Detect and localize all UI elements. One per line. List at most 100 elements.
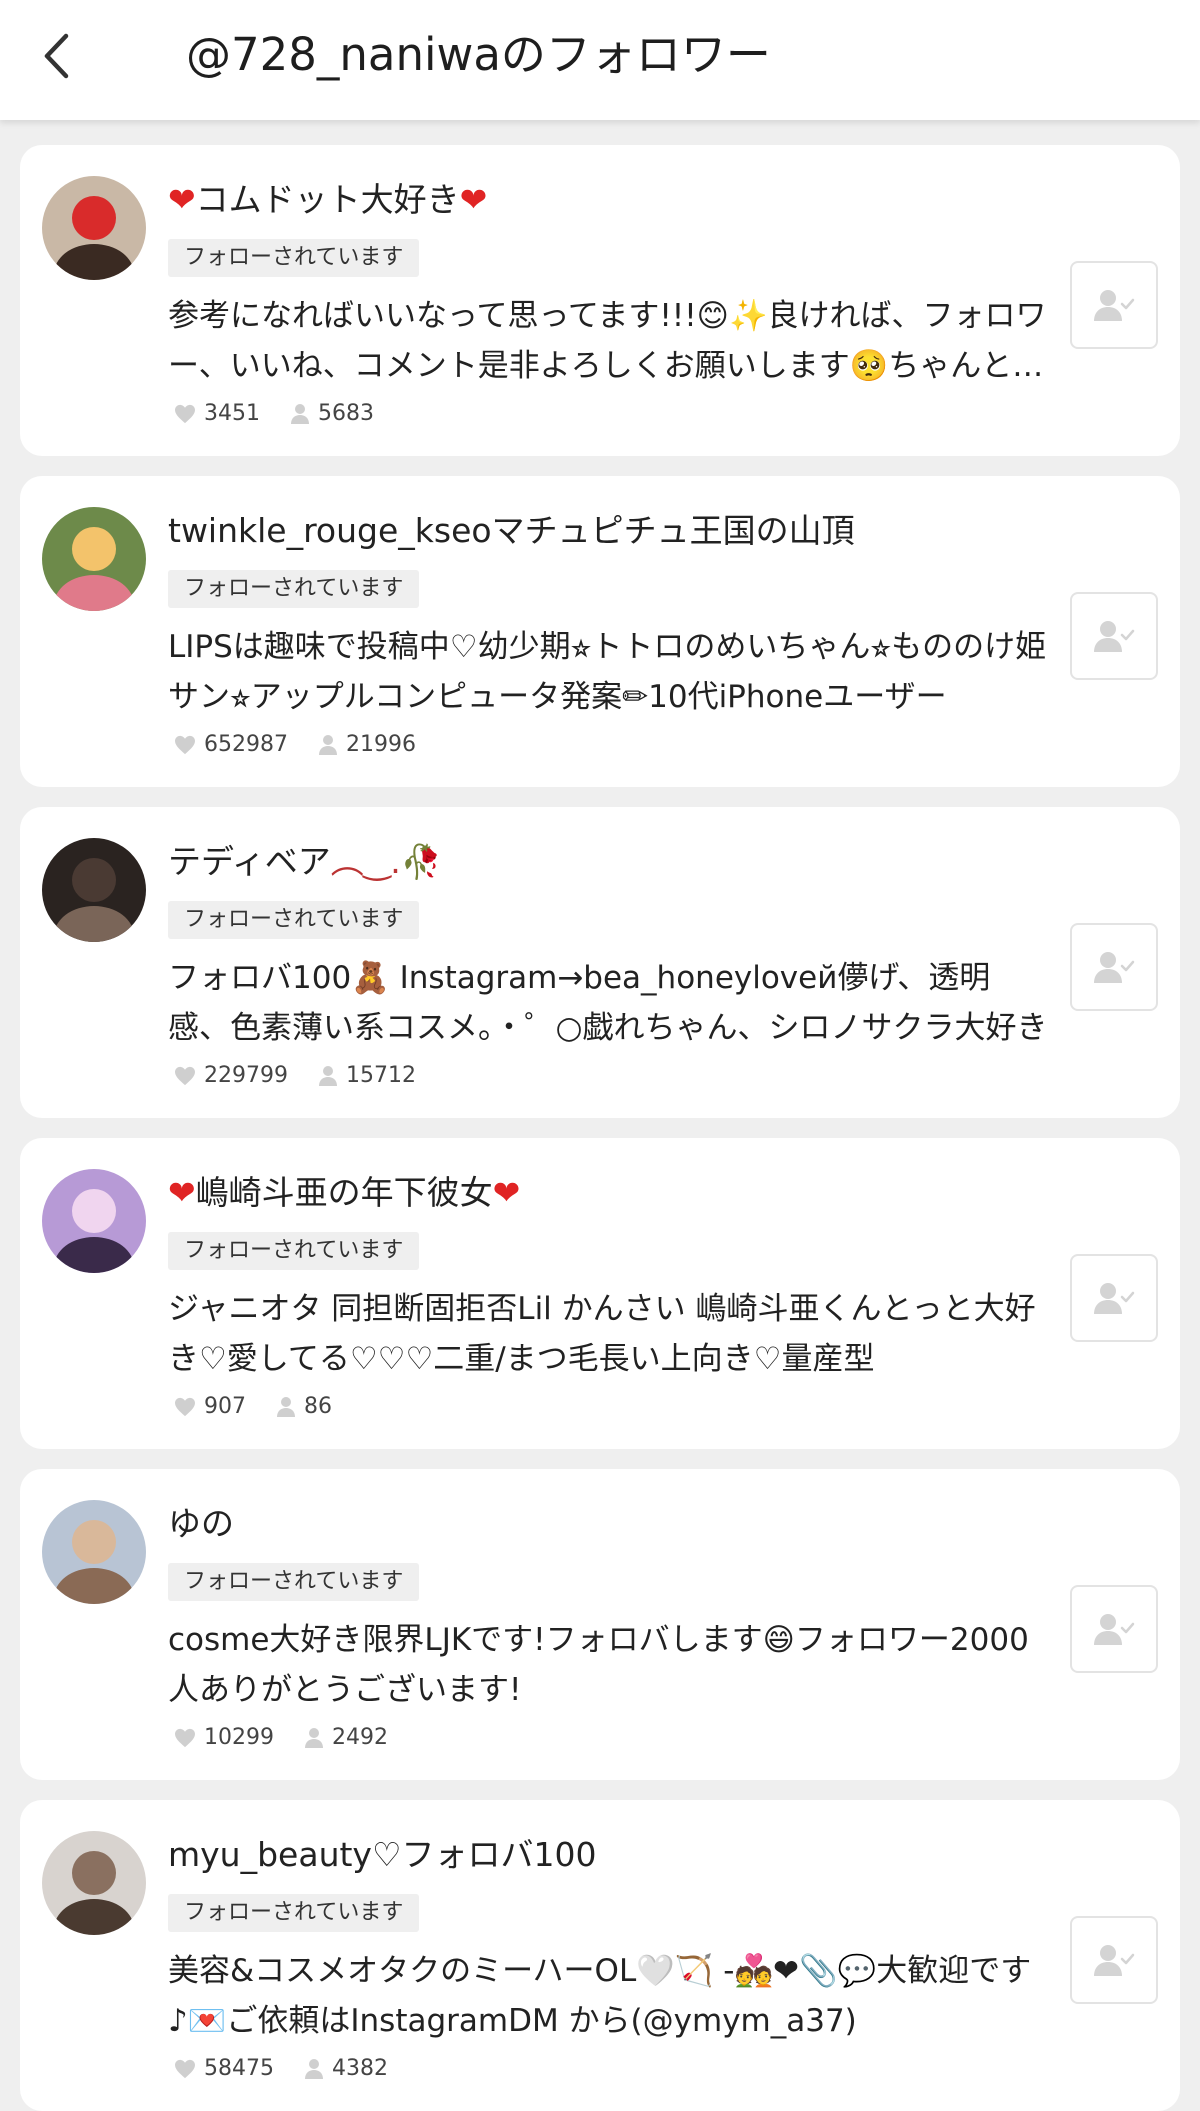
user-name-text: 嶋崎斗亜の年下彼女 [195,1173,493,1212]
followers-count: 86 [304,1394,332,1419]
user-check-icon [1094,1945,1135,1976]
avatar[interactable] [42,1169,146,1273]
user-name-text: myu_beauty♡フォロバ100 [168,1835,597,1874]
user-stats: 3451 5683 [174,401,404,426]
follows-you-badge: フォローされています [168,1894,420,1932]
follow-back-button[interactable] [1070,592,1158,680]
heart-icon [175,404,195,423]
user-name-text: コムドット大好き [195,180,460,219]
likes-count: 907 [204,1394,246,1419]
back-button[interactable] [34,28,78,84]
followers-stat: 4382 [304,2056,388,2081]
user-check-icon [1094,952,1135,983]
user-bio: cosme大好き限界LJKです!フォロバします😄フォロワー2000人ありがとうご… [168,1622,1029,1708]
likes-stat: 58475 [174,2056,274,2081]
user-icon [305,2058,323,2079]
follower-list: ❤コムドット大好き❤ フォローされています 参考になればいいなって思ってます!!… [0,120,1200,2111]
user-stats: 229799 15712 [174,1063,446,1088]
user-name[interactable]: twinkle_rouge_kseoマチュピチュ王国の山頂 [168,508,855,554]
followers-stat: 15712 [318,1063,416,1088]
followers-stat: 86 [276,1394,332,1419]
heart-icon [175,2059,195,2078]
user-name-text: ゆの [168,1504,234,1543]
user-name-text: テディベア [168,842,331,881]
user-bio: ジャニオタ 同担断固拒否Lil かんさい 嶋崎斗亜くんとっと大好き♡愛してる♡♡… [168,1291,1036,1377]
avatar[interactable] [42,507,146,611]
likes-count: 229799 [204,1063,288,1088]
name-suffix: ❤ [459,180,488,219]
name-suffix: ︵‿.🥀 [330,842,442,881]
follower-card[interactable]: ❤嶋崎斗亜の年下彼女❤ フォローされています ジャニオタ 同担断固拒否Lil か… [20,1138,1180,1449]
followers-count: 5683 [318,401,374,426]
follower-card[interactable]: テディベア︵‿.🥀 フォローされています フォロバ100🧸 Instagram→… [20,807,1180,1118]
heart-icon [175,1728,195,1747]
user-name[interactable]: テディベア︵‿.🥀 [168,839,442,885]
follow-back-button[interactable] [1070,923,1158,1011]
follow-back-button[interactable] [1070,261,1158,349]
name-prefix: ❤ [168,180,196,219]
likes-stat: 3451 [174,401,260,426]
user-name[interactable]: ❤コムドット大好き❤ [168,177,487,223]
user-bio: LIPSは趣味で投稿中♡幼少期⭐︎トトロのめいちゃん⭐︎もののけ姫サン⭐︎アップ… [168,629,1047,715]
user-stats: 10299 2492 [174,1725,418,1750]
follow-back-button[interactable] [1070,1585,1158,1673]
user-icon [305,1727,323,1748]
user-name[interactable]: myu_beauty♡フォロバ100 [168,1832,597,1878]
likes-stat: 229799 [174,1063,288,1088]
app-header: @728_naniwaのフォロワー [0,0,1200,120]
name-prefix: ❤ [168,1173,196,1212]
followers-count: 2492 [332,1725,388,1750]
likes-stat: 652987 [174,732,288,757]
user-icon [318,1065,337,1086]
heart-icon [175,1397,195,1416]
avatar[interactable] [42,1831,146,1935]
follower-card[interactable]: ゆの フォローされています cosme大好き限界LJKです!フォロバします😄フォ… [20,1469,1180,1780]
likes-count: 10299 [204,1725,274,1750]
follower-card[interactable]: myu_beauty♡フォロバ100 フォローされています 美容&コスメオタクの… [20,1800,1180,2111]
likes-count: 652987 [204,732,288,757]
followers-count: 21996 [345,732,416,757]
follows-you-badge: フォローされています [168,1232,420,1270]
user-stats: 58475 4382 [174,2056,418,2081]
avatar[interactable] [42,176,146,280]
user-stats: 652987 21996 [174,732,446,757]
followers-count: 4382 [332,2056,388,2081]
followers-stat: 5683 [290,401,374,426]
follows-you-badge: フォローされています [168,239,420,277]
follow-back-button[interactable] [1070,1916,1158,2004]
follower-card[interactable]: twinkle_rouge_kseoマチュピチュ王国の山頂 フォローされています… [20,476,1180,787]
avatar[interactable] [42,1500,146,1604]
user-icon [318,734,337,755]
likes-count: 3451 [204,401,260,426]
follows-you-badge: フォローされています [168,901,420,939]
follows-you-badge: フォローされています [168,1563,420,1601]
user-check-icon [1094,290,1135,321]
user-check-icon [1094,621,1135,652]
heart-icon [175,735,195,754]
user-check-icon [1094,1614,1135,1645]
chevron-left-icon [44,33,69,79]
follow-back-button[interactable] [1070,1254,1158,1342]
followers-stat: 21996 [318,732,416,757]
user-icon [291,403,309,424]
user-name[interactable]: ❤嶋崎斗亜の年下彼女❤ [168,1170,520,1216]
user-bio: 参考になればいいなって思ってます!!!😊✨良ければ、フォロワー、いいね、コメント… [168,298,1047,384]
user-stats: 907 86 [174,1394,362,1419]
likes-count: 58475 [204,2056,274,2081]
name-suffix: ❤ [492,1173,521,1212]
user-icon [277,1396,295,1417]
avatar[interactable] [42,838,146,942]
likes-stat: 907 [174,1394,246,1419]
user-name-text: twinkle_rouge_kseoマチュピチュ王国の山頂 [168,511,855,550]
user-name[interactable]: ゆの [168,1501,234,1547]
follower-card[interactable]: ❤コムドット大好き❤ フォローされています 参考になればいいなって思ってます!!… [20,145,1180,456]
user-bio: フォロバ100🧸 Instagram→bea_honeyloveй儚げ、透明感、… [168,960,1048,1046]
followers-stat: 2492 [304,1725,388,1750]
user-bio: 美容&コスメオタクのミーハーOL🤍🏹 -💑❤📎💬大歓迎です♪💌ご依頼はInsta… [168,1953,1032,2039]
followers-count: 15712 [345,1063,416,1088]
user-check-icon [1094,1283,1135,1314]
heart-icon [175,1066,195,1085]
page-title: @728_naniwaのフォロワー [186,28,771,81]
follows-you-badge: フォローされています [168,570,420,608]
likes-stat: 10299 [174,1725,274,1750]
